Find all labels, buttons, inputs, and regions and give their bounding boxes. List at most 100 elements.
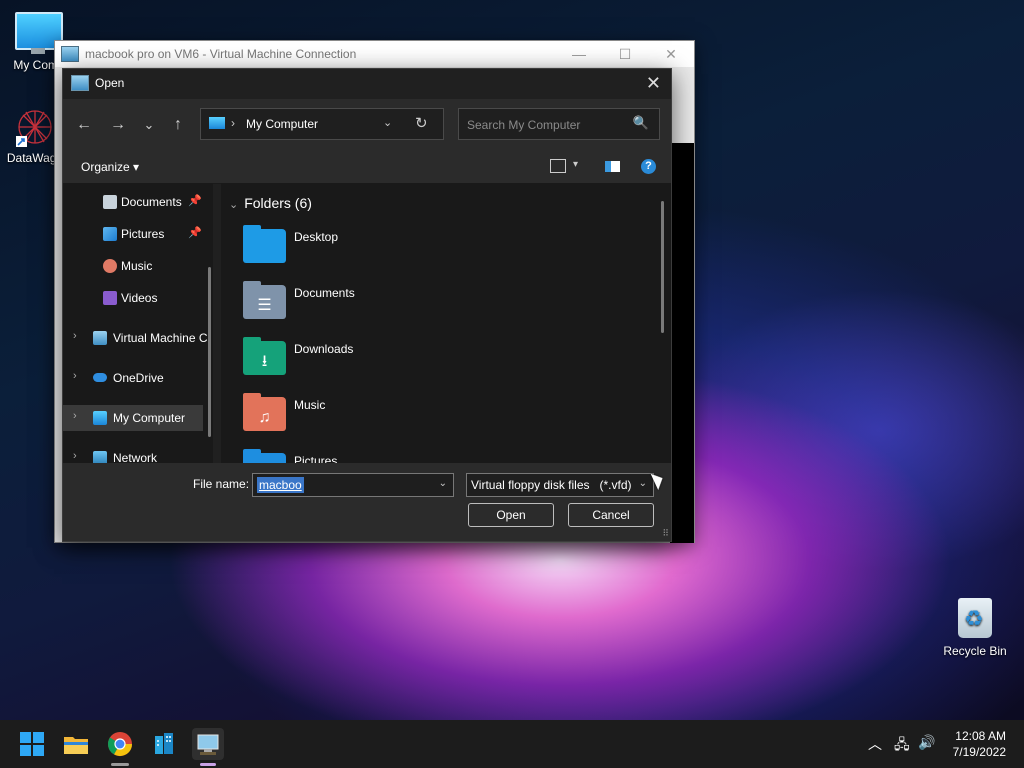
clock-time: 12:08 AM (955, 729, 1006, 743)
nav-item-pictures[interactable]: Pictures 📌 (63, 221, 203, 247)
folder-item-desktop[interactable]: Desktop (243, 225, 543, 285)
nav-item-music[interactable]: Music (63, 253, 203, 279)
volume-icon[interactable]: 🔊 (918, 734, 935, 751)
folder-item-music[interactable]: ♫ Music (243, 393, 543, 453)
dialog-titlebar[interactable]: Open ✕ (63, 69, 671, 97)
cancel-button[interactable]: Cancel (568, 503, 654, 527)
nav-item-label: Music (121, 259, 153, 273)
refresh-button[interactable]: ↻ (415, 114, 428, 132)
nav-item-label: Network (113, 451, 158, 463)
network-icon[interactable]: 🖧 (894, 734, 910, 758)
computer-icon (209, 117, 225, 129)
vm-window-titlebar[interactable]: macbook pro on VM6 - Virtual Machine Con… (55, 41, 694, 67)
pictures-icon (103, 227, 117, 241)
nav-item-network[interactable]: › Network (63, 445, 203, 463)
view-options-dropdown[interactable]: ▾ (573, 159, 578, 170)
folder-item-pictures[interactable]: Pictures (243, 449, 543, 463)
pin-icon: 📌 (188, 195, 202, 207)
nav-item-virtual-machine[interactable]: › Virtual Machine C (63, 325, 208, 351)
navigation-pane-scrollbar[interactable] (208, 267, 211, 437)
videos-icon (103, 291, 117, 305)
folder-name: Downloads (294, 342, 354, 356)
taskbar: ︿ 🖧 🔊 12:08 AM 7/19/2022 (0, 720, 1024, 768)
running-indicator (111, 763, 129, 766)
preview-pane-icon[interactable] (605, 161, 620, 172)
virtual-machine-icon (93, 331, 107, 345)
taskbar-file-explorer[interactable] (60, 728, 92, 760)
breadcrumb-my-computer[interactable]: My Computer (246, 117, 318, 131)
folder-item-downloads[interactable]: ⭳ Downloads (243, 337, 543, 397)
vm-connection-icon (71, 75, 89, 91)
show-hidden-icons-button[interactable]: ︿ (868, 734, 882, 754)
nav-item-label: My Computer (113, 411, 186, 425)
desktop-icon-label: Recycle Bin (943, 644, 1007, 658)
filetype-select[interactable]: Virtual floppy disk files (*.vfd) ⌄ (466, 473, 654, 497)
expand-chevron-icon[interactable]: › (73, 450, 77, 462)
server-app-icon (155, 733, 173, 754)
dialog-close-button[interactable]: ✕ (646, 73, 661, 94)
nav-item-my-computer[interactable]: › My Computer (63, 405, 203, 431)
onedrive-icon (93, 373, 107, 382)
filename-label: File name: (193, 477, 250, 491)
downloads-folder-icon: ⭳ (243, 337, 286, 375)
folders-group-header[interactable]: ⌄ Folders (6) (229, 195, 312, 211)
help-icon[interactable]: ? (641, 159, 656, 174)
open-button[interactable]: Open (468, 503, 554, 527)
desktop-icon-recycle-bin[interactable]: Recycle Bin (938, 598, 1012, 658)
forward-button[interactable]: → (107, 114, 129, 136)
datawagon-shortcut-icon (14, 106, 56, 148)
group-header-label: Folders (6) (244, 195, 312, 211)
folder-name: Pictures (294, 454, 338, 463)
folder-item-documents[interactable]: ☰ Documents (243, 281, 543, 341)
nav-item-documents[interactable]: Documents 📌 (63, 189, 203, 215)
navigation-pane[interactable]: Documents 📌 Pictures 📌 Music Videos › Vi… (63, 183, 213, 463)
back-button[interactable]: ← (73, 114, 95, 136)
vm-connection-icon (61, 46, 79, 62)
change-view-icon[interactable] (550, 159, 566, 173)
recycle-bin-icon (958, 598, 992, 638)
network-icon (93, 451, 107, 463)
address-dropdown-button[interactable]: ⌄ (383, 116, 392, 129)
minimize-button[interactable]: — (556, 41, 602, 67)
filetype-dropdown-button[interactable]: ⌄ (639, 478, 647, 489)
clock-date: 7/19/2022 (952, 745, 1006, 759)
filename-value[interactable]: macboo (257, 477, 304, 493)
taskbar-server-app[interactable] (148, 728, 180, 760)
collapse-chevron-icon: ⌄ (229, 199, 239, 211)
folder-name: Music (294, 398, 326, 412)
search-box[interactable]: 🔍 (458, 108, 660, 140)
resize-grip-icon[interactable]: ⠿ (662, 528, 669, 539)
nav-item-videos[interactable]: Videos (63, 285, 203, 311)
start-button[interactable] (16, 728, 48, 760)
desktop-folder-icon (243, 225, 286, 263)
filename-history-dropdown[interactable]: ⌄ (439, 478, 447, 489)
nav-item-label: OneDrive (113, 371, 164, 385)
up-button[interactable]: ↑ (167, 114, 189, 136)
file-list-scrollbar[interactable] (661, 201, 664, 333)
computer-icon (93, 411, 107, 425)
expand-chevron-icon[interactable]: › (73, 410, 77, 422)
command-bar: Organize ▾ ▾ ? (63, 151, 671, 184)
folder-name: Desktop (294, 230, 339, 244)
expand-chevron-icon[interactable]: › (73, 330, 77, 342)
vm-guest-screen-edge (670, 143, 694, 543)
taskbar-chrome[interactable] (104, 728, 136, 760)
organize-menu-button[interactable]: Organize ▾ (81, 160, 139, 174)
active-indicator (200, 763, 216, 766)
nav-item-onedrive[interactable]: › OneDrive (63, 365, 203, 391)
system-clock[interactable]: 12:08 AM 7/19/2022 (953, 728, 1006, 760)
folder-name: Documents (294, 286, 355, 300)
address-bar[interactable]: › My Computer ⌄ ↻ (200, 108, 444, 140)
expand-chevron-icon[interactable]: › (73, 370, 77, 382)
file-explorer-icon (64, 737, 88, 754)
maximize-button[interactable]: ☐ (602, 41, 648, 67)
dialog-title: Open (95, 76, 125, 90)
file-list-pane[interactable]: ⌄ Folders (6) Desktop ☰ Documents ⭳ Downl… (221, 183, 671, 463)
open-file-dialog[interactable]: Open ✕ ← → ⌄ ↑ › My Computer ⌄ ↻ 🔍 Organ… (62, 68, 672, 542)
filename-input[interactable]: macboo ⌄ (252, 473, 454, 497)
recent-locations-button[interactable]: ⌄ (138, 114, 160, 136)
taskbar-vm-connection[interactable] (192, 728, 224, 760)
search-input[interactable] (465, 115, 629, 135)
close-button[interactable]: ✕ (648, 41, 694, 67)
search-icon[interactable]: 🔍 (633, 115, 649, 131)
